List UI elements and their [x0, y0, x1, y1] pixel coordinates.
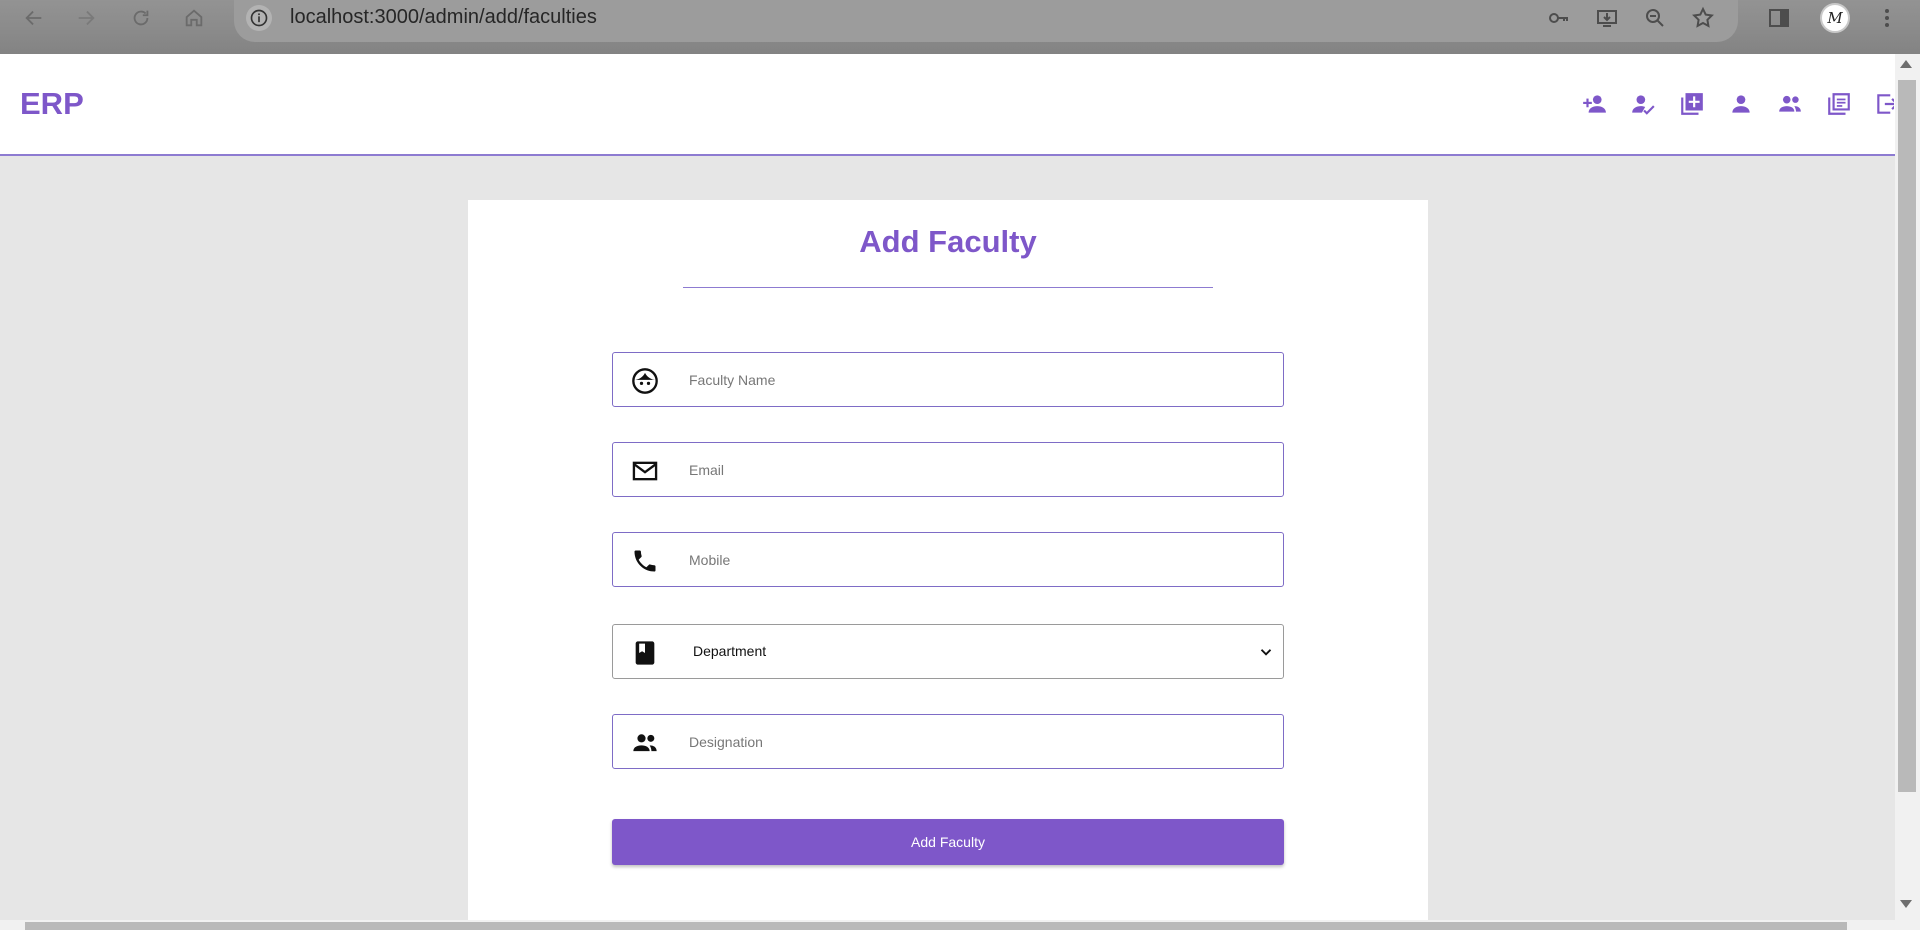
scroll-down-arrow-icon[interactable] — [1900, 900, 1912, 908]
department-select[interactable]: Department — [612, 624, 1284, 679]
email-field[interactable] — [612, 442, 1284, 497]
mobile-field[interactable] — [612, 532, 1284, 587]
page-title: Add Faculty — [859, 224, 1037, 259]
add-student-icon[interactable] — [1580, 90, 1608, 118]
profile-icon[interactable] — [1727, 90, 1755, 118]
back-icon[interactable] — [20, 4, 48, 32]
home-icon[interactable] — [180, 4, 208, 32]
browser-toolbar: localhost:3000/admin/add/faculties M — [0, 0, 1920, 54]
assign-teacher-icon[interactable] — [1629, 90, 1657, 118]
app-logo[interactable]: ERP — [20, 86, 84, 122]
book-icon — [631, 639, 659, 667]
logout-icon[interactable] — [1874, 90, 1894, 118]
add-faculty-button[interactable]: Add Faculty — [612, 819, 1284, 865]
faculties-icon[interactable] — [1776, 90, 1804, 118]
department-select-value: Department — [693, 643, 767, 659]
mail-icon — [631, 457, 659, 485]
bookmark-star-icon[interactable] — [1690, 5, 1716, 31]
designation-field[interactable] — [612, 714, 1284, 769]
side-panel-icon[interactable] — [1766, 5, 1792, 31]
designation-input[interactable] — [689, 715, 1269, 768]
title-divider — [683, 287, 1213, 288]
profile-avatar[interactable]: M — [1820, 3, 1850, 33]
address-url[interactable]: localhost:3000/admin/add/faculties — [290, 6, 597, 29]
forward-icon[interactable] — [72, 4, 100, 32]
zoom-icon[interactable] — [1642, 5, 1668, 31]
chevron-down-icon[interactable] — [1257, 643, 1275, 661]
more-menu-icon[interactable] — [1874, 5, 1900, 31]
faculty-name-input[interactable] — [689, 353, 1269, 406]
add-course-icon[interactable] — [1678, 90, 1706, 118]
face-icon — [631, 367, 659, 395]
password-key-icon[interactable] — [1546, 5, 1572, 31]
horizontal-scroll-thumb[interactable] — [25, 922, 1847, 930]
mobile-input[interactable] — [689, 533, 1269, 586]
people-icon — [631, 729, 659, 757]
install-app-icon[interactable] — [1594, 5, 1620, 31]
app-header: ERP — [0, 54, 1895, 156]
add-faculty-card: Add Faculty Department Add Faculty — [468, 200, 1428, 920]
phone-icon — [631, 547, 659, 575]
faculty-name-field[interactable] — [612, 352, 1284, 407]
site-info-icon[interactable] — [246, 5, 272, 31]
email-input[interactable] — [689, 443, 1269, 496]
vertical-scroll-thumb[interactable] — [1898, 80, 1916, 792]
scroll-up-arrow-icon[interactable] — [1900, 60, 1912, 68]
reload-icon[interactable] — [127, 4, 155, 32]
notes-icon[interactable] — [1825, 90, 1853, 118]
